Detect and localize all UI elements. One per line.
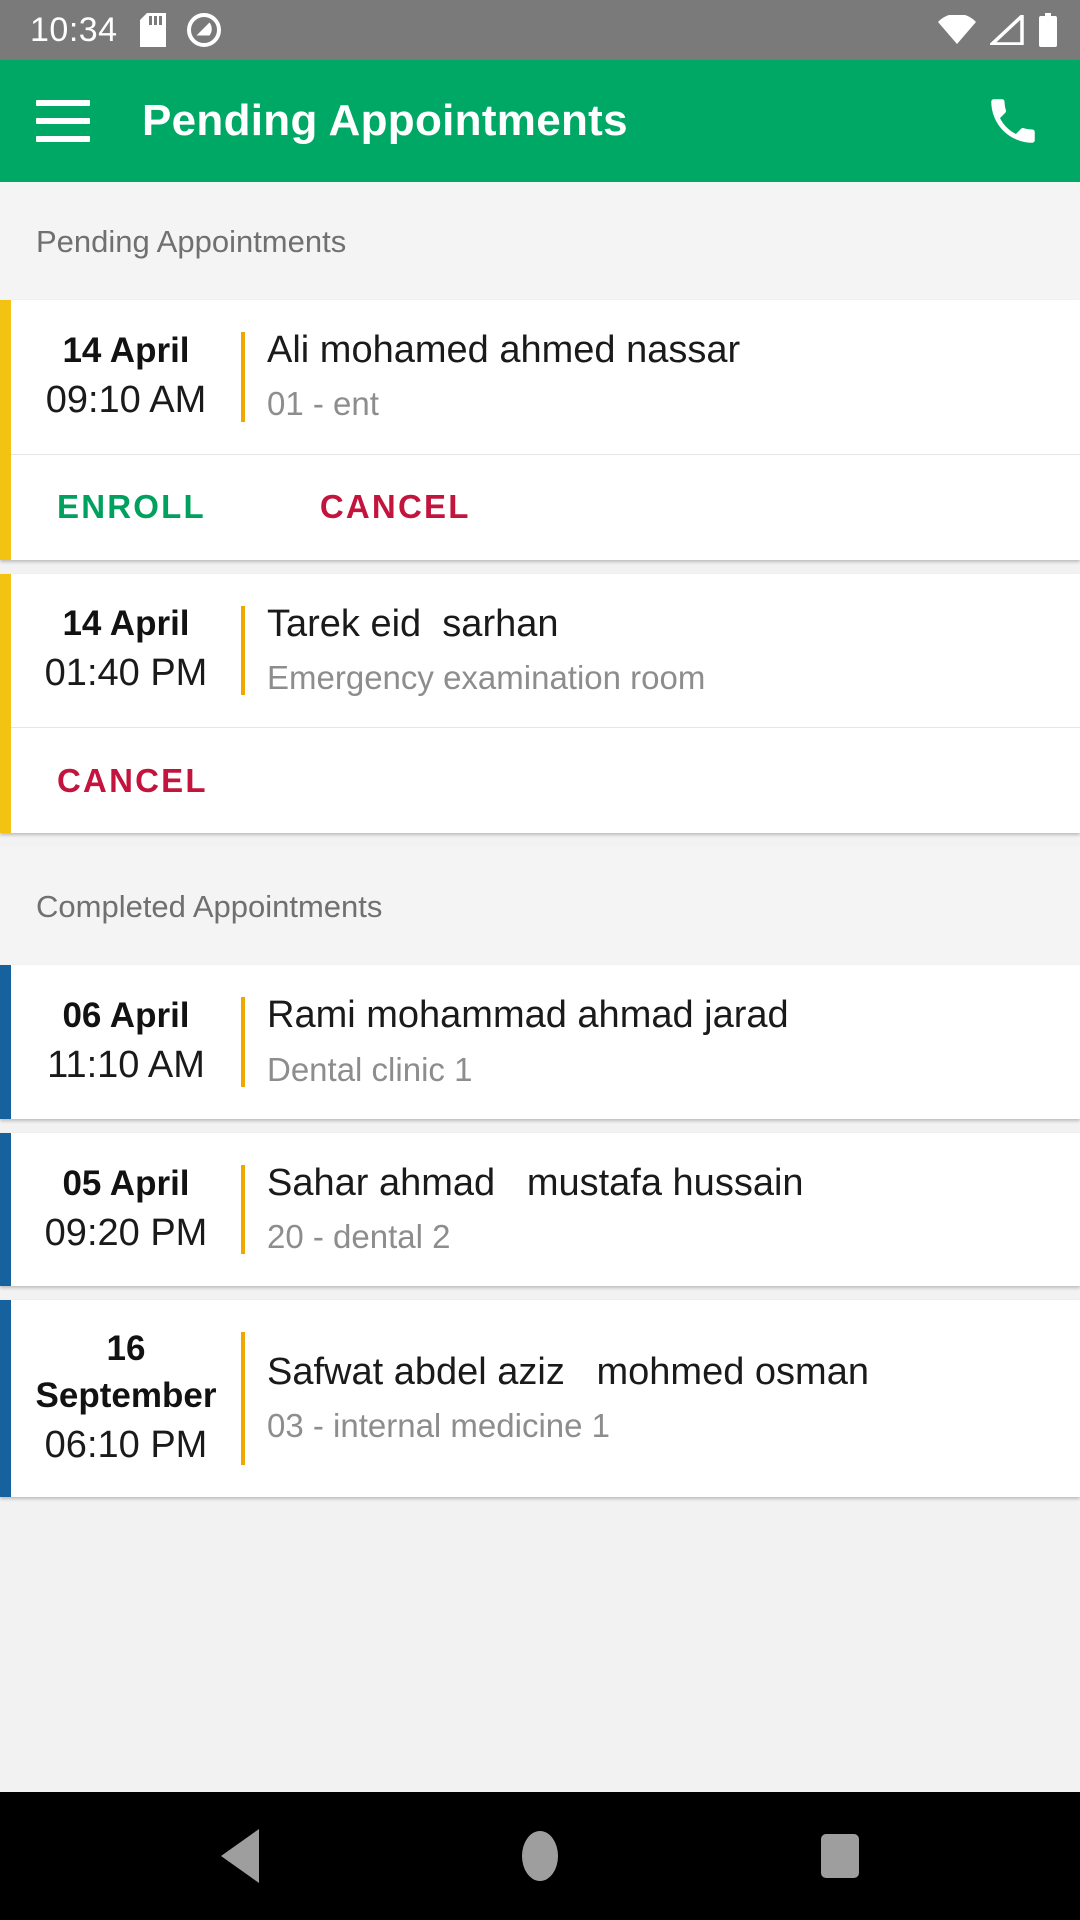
appointment-summary-row[interactable]: 14 April 01:40 PM Tarek eid sarhan Emerg…: [11, 574, 1080, 728]
appointment-date: 14 April: [62, 330, 190, 370]
appointment-time: 06:10 PM: [44, 1424, 208, 1467]
status-bar: 10:34: [0, 0, 1080, 60]
section-header-completed: Completed Appointments: [0, 847, 1080, 966]
clinic-name: Dental clinic 1: [267, 1050, 473, 1088]
appointment-time: 09:10 AM: [45, 378, 207, 421]
appointment-card[interactable]: 06 April 11:10 AM Rami mohammad ahmad ja…: [0, 965, 1080, 1119]
do-not-disturb-icon: [186, 13, 221, 47]
page-title: Pending Appointments: [142, 96, 628, 145]
card-body: 14 April 09:10 AM Ali mohamed ahmed nass…: [11, 300, 1080, 560]
card-accent-bar: [0, 300, 11, 560]
wifi-icon: [938, 15, 976, 44]
card-action-row: CANCEL: [11, 727, 1080, 833]
patient-info-column: Ali mohamed ahmed nassar 01 - ent: [245, 326, 1080, 428]
appointment-summary-row[interactable]: 05 April 09:20 PM Sahar ahmad mustafa hu…: [11, 1133, 1080, 1287]
date-time-column: 06 April 11:10 AM: [11, 991, 241, 1093]
card-action-row: ENROLL CANCEL: [11, 453, 1080, 560]
appointments-scroll-area[interactable]: Pending Appointments 14 April 09:10 AM A…: [0, 182, 1080, 1792]
appointment-time: 01:40 PM: [44, 652, 208, 695]
patient-name: Sahar ahmad mustafa hussain: [267, 1161, 804, 1204]
date-time-column: 14 April 01:40 PM: [11, 600, 241, 702]
card-accent-bar: [0, 573, 11, 834]
patient-name: Safwat abdel aziz mohmed osman: [267, 1350, 869, 1393]
patient-info-column: Sahar ahmad mustafa hussain 20 - dental …: [245, 1159, 1080, 1261]
appointment-time: 11:10 AM: [47, 1043, 205, 1086]
patient-info-column: Rami mohammad ahmad jarad Dental clinic …: [245, 991, 1080, 1093]
appointment-summary-row[interactable]: 14 April 09:10 AM Ali mohamed ahmed nass…: [11, 300, 1080, 454]
appointment-date: 05 April: [62, 1163, 190, 1203]
appointment-card[interactable]: 14 April 09:10 AM Ali mohamed ahmed nass…: [0, 300, 1080, 560]
date-time-column: 05 April 09:20 PM: [11, 1159, 241, 1261]
recents-icon[interactable]: [795, 1811, 885, 1901]
appointment-date: 14 April: [62, 604, 190, 644]
patient-name: Rami mohammad ahmad jarad: [267, 994, 789, 1037]
clinic-name: Emergency examination room: [267, 658, 706, 696]
patient-name: Tarek eid sarhan: [267, 602, 559, 645]
section-header-pending: Pending Appointments: [0, 182, 1080, 300]
status-right-icons: [938, 13, 1058, 47]
card-body: 14 April 01:40 PM Tarek eid sarhan Emerg…: [11, 574, 1080, 834]
card-body: 06 April 11:10 AM Rami mohammad ahmad ja…: [11, 965, 1080, 1119]
hamburger-bar: [36, 100, 90, 106]
hamburger-bar: [36, 136, 90, 142]
app-bar: Pending Appointments: [0, 60, 1080, 182]
card-body: 05 April 09:20 PM Sahar ahmad mustafa hu…: [11, 1133, 1080, 1287]
phone-screen: 10:34 Pending Appointments Pending Appoi…: [0, 0, 1080, 1920]
clinic-name: 01 - ent: [267, 385, 379, 423]
patient-name: Ali mohamed ahmed nassar: [267, 329, 741, 371]
card-accent-bar: [0, 965, 11, 1119]
sd-card-icon: [139, 13, 166, 47]
hamburger-menu-icon[interactable]: [36, 100, 90, 142]
appointment-card[interactable]: 14 April 01:40 PM Tarek eid sarhan Emerg…: [0, 573, 1080, 834]
cellular-signal-icon: [990, 15, 1024, 45]
appointment-summary-row[interactable]: 06 April 11:10 AM Rami mohammad ahmad ja…: [11, 965, 1080, 1119]
date-time-column: 14 April 09:10 AM: [11, 326, 241, 428]
card-body: 16 September 06:10 PM Safwat abdel aziz …: [11, 1300, 1080, 1497]
enroll-button[interactable]: ENROLL: [57, 488, 206, 526]
status-clock: 10:34: [30, 11, 118, 49]
cancel-button[interactable]: CANCEL: [320, 488, 471, 526]
appointment-card[interactable]: 16 September 06:10 PM Safwat abdel aziz …: [0, 1300, 1080, 1497]
cancel-button[interactable]: CANCEL: [57, 762, 208, 800]
appointment-card[interactable]: 05 April 09:20 PM Sahar ahmad mustafa hu…: [0, 1132, 1080, 1287]
clinic-name: 20 - dental 2: [267, 1218, 451, 1256]
appointment-summary-row[interactable]: 16 September 06:10 PM Safwat abdel aziz …: [11, 1300, 1080, 1497]
clinic-name: 03 - internal medicine 1: [267, 1407, 611, 1445]
back-icon[interactable]: [195, 1811, 285, 1901]
hamburger-bar: [36, 118, 90, 124]
appointment-date: 16 September: [35, 1329, 217, 1416]
date-time-column: 16 September 06:10 PM: [11, 1326, 241, 1471]
android-navigation-bar: [0, 1792, 1080, 1920]
battery-icon: [1039, 13, 1057, 47]
patient-info-column: Safwat abdel aziz mohmed osman 03 - inte…: [245, 1326, 1080, 1471]
home-icon[interactable]: [495, 1811, 585, 1901]
patient-info-column: Tarek eid sarhan Emergency examination r…: [245, 600, 1080, 702]
card-accent-bar: [0, 1300, 11, 1497]
appointment-time: 09:20 PM: [44, 1211, 208, 1254]
status-left-icons: [139, 12, 222, 48]
phone-call-icon[interactable]: [980, 88, 1046, 154]
appointment-date: 06 April: [62, 996, 190, 1036]
card-accent-bar: [0, 1132, 11, 1287]
